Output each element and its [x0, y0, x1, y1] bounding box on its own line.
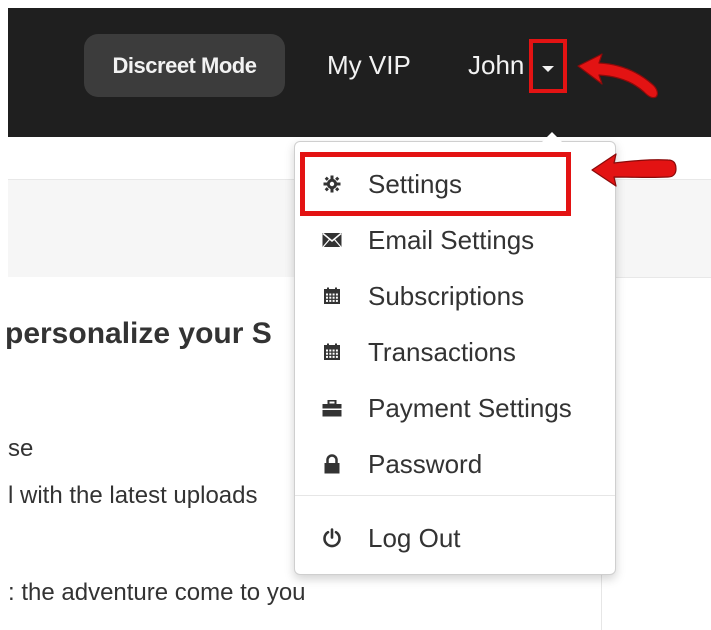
annotation-arrow-icon — [591, 153, 677, 187]
calendar-icon — [322, 286, 342, 306]
calendar-icon — [322, 342, 342, 362]
menu-item-label: Log Out — [368, 522, 461, 553]
panel-text-line: se — [8, 435, 34, 462]
left-edge — [0, 0, 8, 630]
menu-item-label: Subscriptions — [368, 280, 525, 311]
menu-item-label: Payment Settings — [368, 392, 572, 423]
menu-item-label: Password — [368, 448, 483, 479]
lock-icon — [322, 454, 342, 474]
panel-heading: personalize your S — [5, 317, 272, 350]
user-name-menu[interactable]: John — [468, 50, 524, 81]
menu-item-label: Email Settings — [368, 224, 535, 255]
menu-item-payment-settings[interactable]: Payment Settings — [295, 383, 615, 433]
user-menu-toggle[interactable] — [529, 39, 567, 93]
menu-divider — [295, 495, 615, 496]
settings-highlight-box — [300, 152, 571, 216]
annotation-arrow-icon — [577, 53, 658, 99]
briefcase-icon — [322, 398, 342, 418]
panel-text-line: l with the latest uploads — [8, 482, 258, 509]
panel-text-line: : the adventure come to you — [8, 579, 306, 606]
menu-item-password[interactable]: Password — [295, 439, 615, 489]
menu-item-email-settings[interactable]: Email Settings — [295, 215, 615, 265]
discreet-mode-button[interactable]: Discreet Mode — [84, 34, 285, 97]
envelope-icon — [322, 230, 342, 250]
menu-item-label: Transactions — [368, 336, 516, 367]
dropdown-pointer — [542, 132, 562, 142]
my-vip-link[interactable]: My VIP — [327, 50, 411, 81]
menu-item-subscriptions[interactable]: Subscriptions — [295, 271, 615, 321]
menu-item-log-out[interactable]: Log Out — [295, 513, 615, 563]
menu-item-transactions[interactable]: Transactions — [295, 327, 615, 377]
user-dropdown-menu: Settings Email Settings Subscriptions Tr… — [294, 132, 616, 575]
power-icon — [322, 528, 342, 548]
chevron-down-icon — [542, 66, 554, 72]
